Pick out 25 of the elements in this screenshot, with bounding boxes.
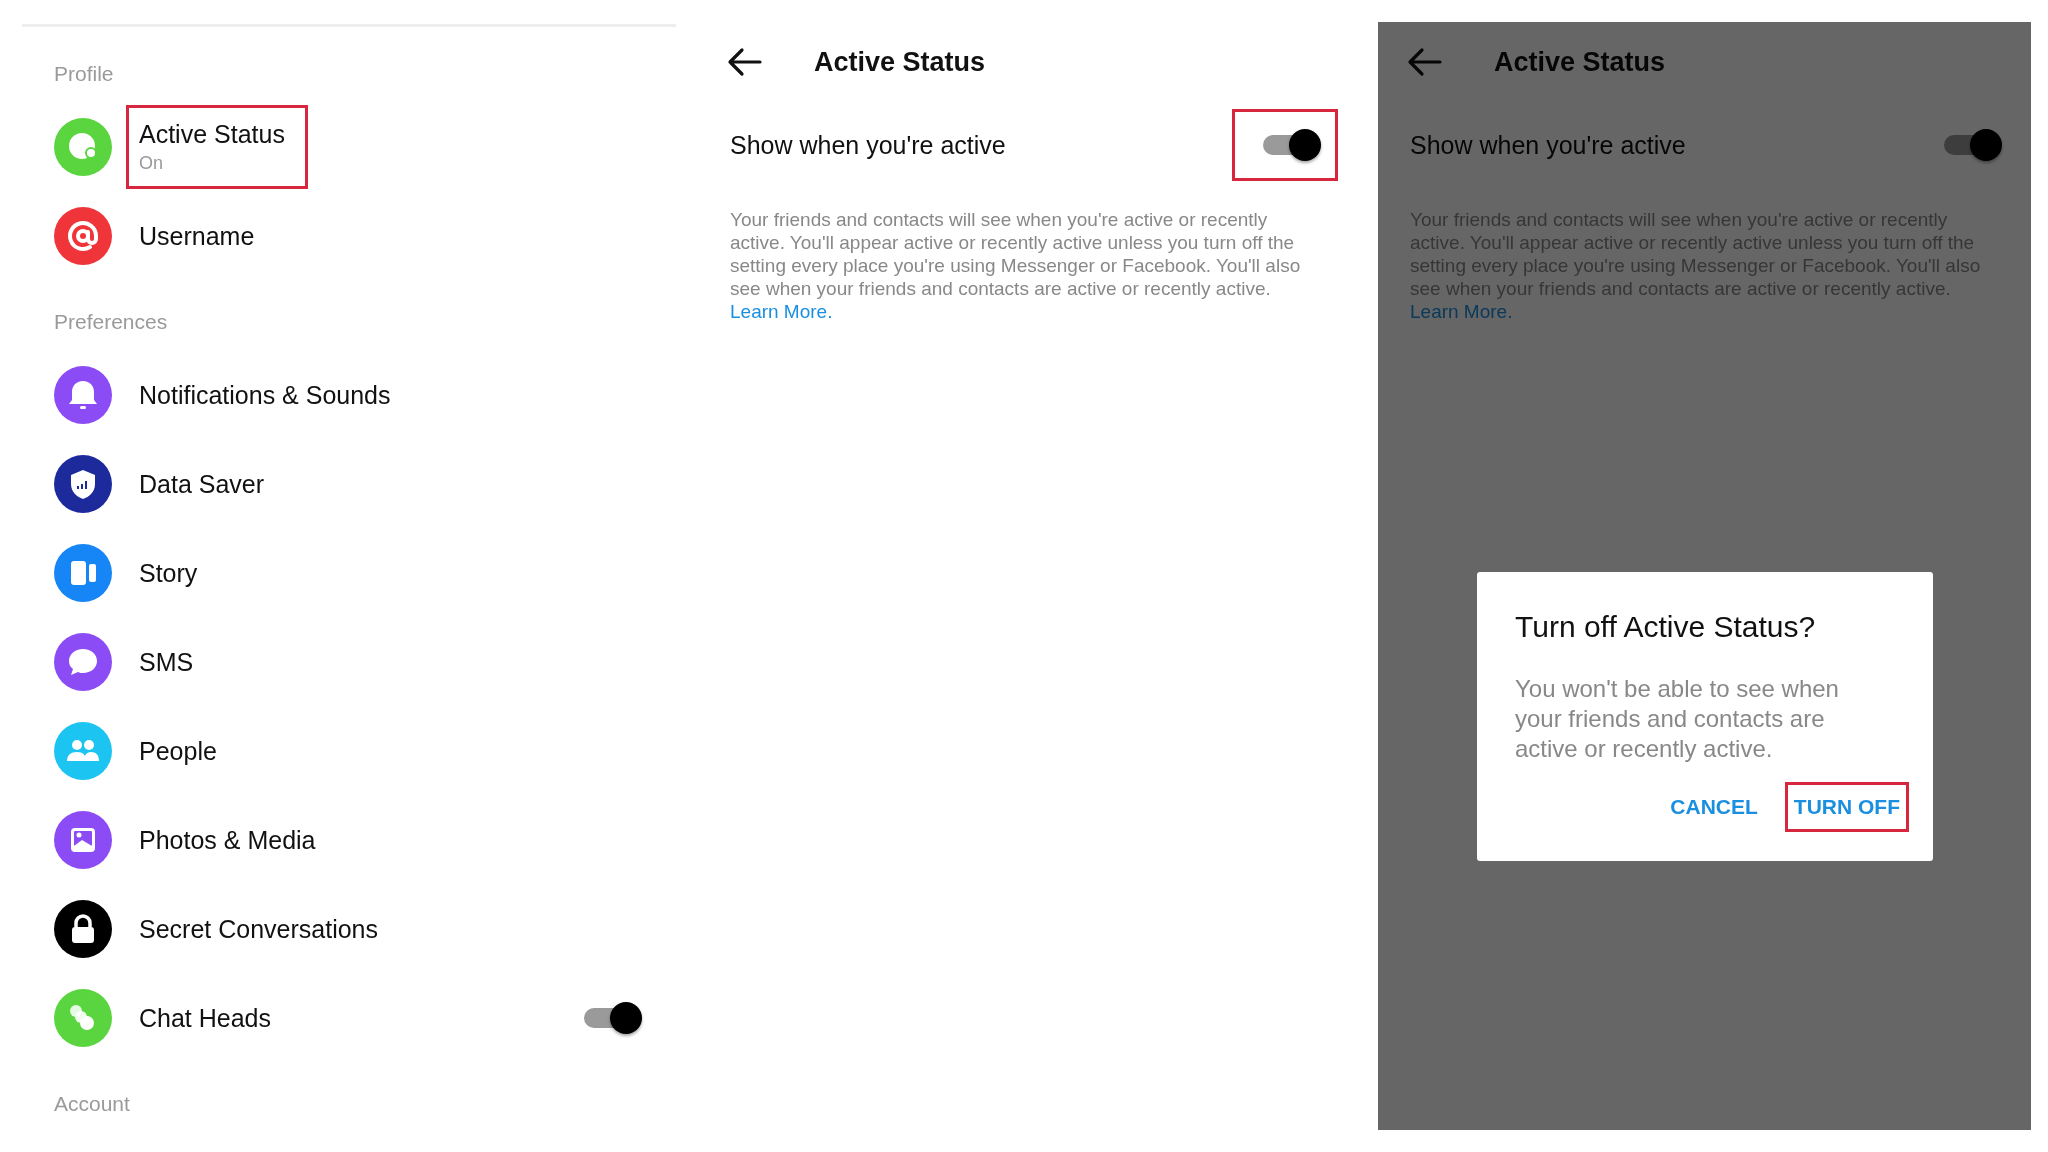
settings-item[interactable]: Story <box>139 556 198 589</box>
item-status: On <box>139 151 164 175</box>
description-text: Your friends and contacts will see when you're active or recently active. You'll appear active or recently active unless you turn off the setting every place you're using Messenger or Facebook. You'll also see when your friends and contacts are active or recently active. Learn More. <box>730 208 1302 323</box>
settings-item[interactable]: Notifications & Sounds <box>139 378 391 411</box>
dialog-title: Turn off Active Status? <box>1515 610 1817 644</box>
setting-label: Show when you're active <box>730 130 1006 160</box>
screen-title: Active Status <box>814 46 986 78</box>
section-heading: Profile <box>54 61 115 87</box>
settings-item[interactable]: Active Status <box>139 117 285 150</box>
setting-label: Show when you're active <box>1410 130 1686 160</box>
settings-item[interactable]: Chat Heads <box>139 1001 272 1034</box>
settings-item[interactable]: Username <box>139 219 255 252</box>
dialog-message: You won't be able to see when your friends and contacts are active or recently active. <box>1515 674 1840 764</box>
back-arrow-icon[interactable] <box>726 47 762 77</box>
section-heading: Preferences <box>54 309 169 335</box>
toggle-switch[interactable] <box>582 1000 642 1035</box>
toggle-switch[interactable] <box>1942 128 2002 162</box>
settings-item[interactable]: Secret Conversations <box>139 912 378 945</box>
toggle-switch[interactable] <box>1261 128 1321 162</box>
screen-title: Active Status <box>1494 46 1666 78</box>
section-heading: Account <box>54 1091 131 1117</box>
settings-item[interactable]: Photos & Media <box>139 823 316 856</box>
settings-item[interactable]: SMS <box>139 645 194 678</box>
settings-item[interactable]: People <box>139 734 217 767</box>
settings-item[interactable]: Data Saver <box>139 467 265 500</box>
